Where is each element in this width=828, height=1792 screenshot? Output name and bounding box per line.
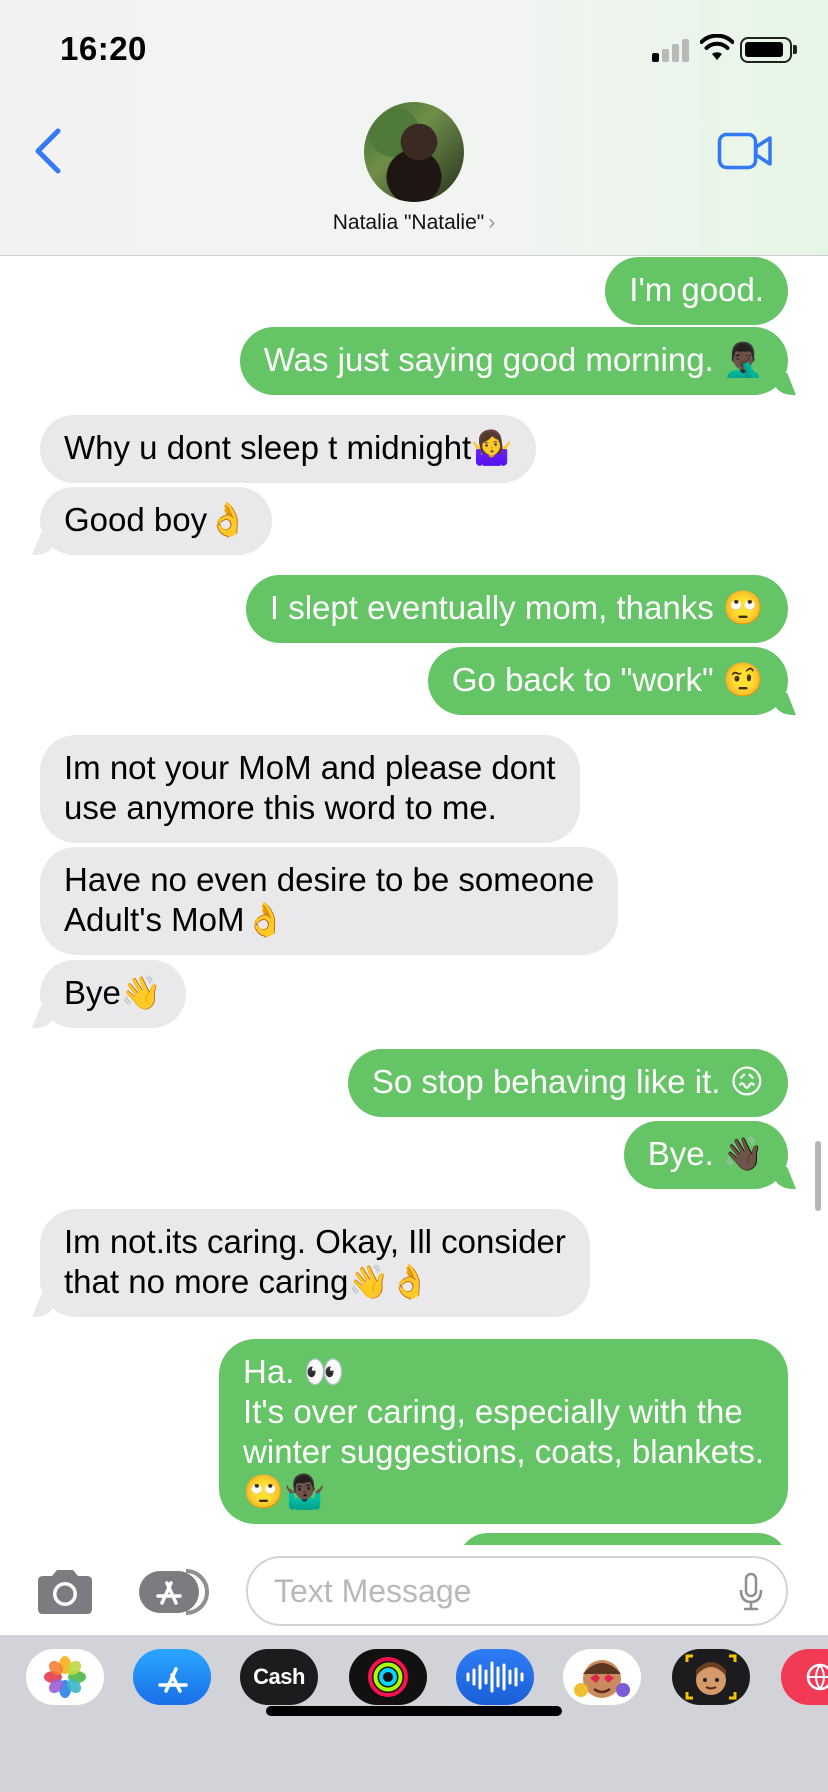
received-message-bubble[interactable]: Why u dont sleep t midnight🤷‍♀️: [40, 415, 537, 483]
camera-icon[interactable]: [34, 1567, 96, 1617]
compose-bar: Text Message: [0, 1545, 828, 1635]
received-message-bubble[interactable]: Im not.its caring. Okay, Ill consider th…: [40, 1209, 590, 1317]
sent-message-bubble[interactable]: Was just saying good morning. 🤦🏿‍♂️: [239, 327, 788, 395]
memoji-icon[interactable]: [672, 1649, 750, 1705]
status-time: 16:20: [60, 30, 147, 67]
app-store-apps-icon[interactable]: [138, 1567, 212, 1617]
app-store-icon[interactable]: [133, 1649, 211, 1705]
sent-message-bubble[interactable]: I'm good.: [605, 257, 788, 325]
sent-message-bubble[interactable]: I slept eventually mom, thanks 🙄: [245, 575, 788, 643]
imessage-app-drawer: Cash: [0, 1635, 828, 1792]
photos-app-icon[interactable]: [26, 1649, 104, 1705]
sent-message-bubble[interactable]: So stop behaving like it. 😖: [347, 1049, 788, 1117]
contact-avatar[interactable]: [364, 102, 464, 202]
scroll-indicator[interactable]: [815, 1141, 821, 1211]
sent-message-bubble[interactable]: Ha. 👀 It's over caring, especially with …: [219, 1339, 788, 1524]
home-indicator[interactable]: [266, 1706, 562, 1716]
cellular-signal-icon: [652, 38, 692, 62]
received-message-bubble[interactable]: Good boy👌: [40, 487, 273, 555]
text-field-placeholder: Text Message: [274, 1573, 472, 1609]
conversation-header: 16:20 Natalia "Natalie" ›: [0, 0, 828, 256]
contact-name[interactable]: Natalia "Natalie" ›: [0, 211, 828, 235]
message-text-field[interactable]: Text Message: [246, 1556, 788, 1626]
chevron-right-icon: ›: [488, 211, 496, 234]
battery-icon: [740, 37, 797, 63]
contact-name-label: Natalia "Natalie": [332, 211, 485, 234]
back-chevron-icon[interactable]: [30, 126, 66, 176]
apple-cash-label: Cash: [253, 1664, 305, 1689]
dictation-mic-icon[interactable]: [738, 1572, 764, 1612]
sent-message-bubble[interactable]: Go back to "work" 🤨: [427, 647, 788, 715]
audio-message-icon[interactable]: [456, 1649, 534, 1705]
received-message-bubble[interactable]: Im not your MoM and please dont use anym…: [40, 735, 580, 843]
animoji-stickers-icon[interactable]: [563, 1649, 641, 1705]
web-search-icon[interactable]: [781, 1649, 828, 1705]
sent-message-bubble-partial[interactable]: [458, 1533, 788, 1545]
received-message-bubble[interactable]: Bye👋: [40, 960, 186, 1028]
wifi-icon: [700, 34, 734, 60]
activity-icon[interactable]: [349, 1649, 427, 1705]
apple-cash-icon[interactable]: Cash: [240, 1649, 318, 1705]
sent-message-bubble[interactable]: Bye. 👋🏿: [623, 1121, 788, 1189]
message-thread[interactable]: I'm good. Was just saying good morning. …: [0, 257, 828, 1545]
received-message-bubble[interactable]: Have no even desire to be someone Adult'…: [40, 847, 619, 955]
facetime-video-icon[interactable]: [717, 132, 773, 170]
